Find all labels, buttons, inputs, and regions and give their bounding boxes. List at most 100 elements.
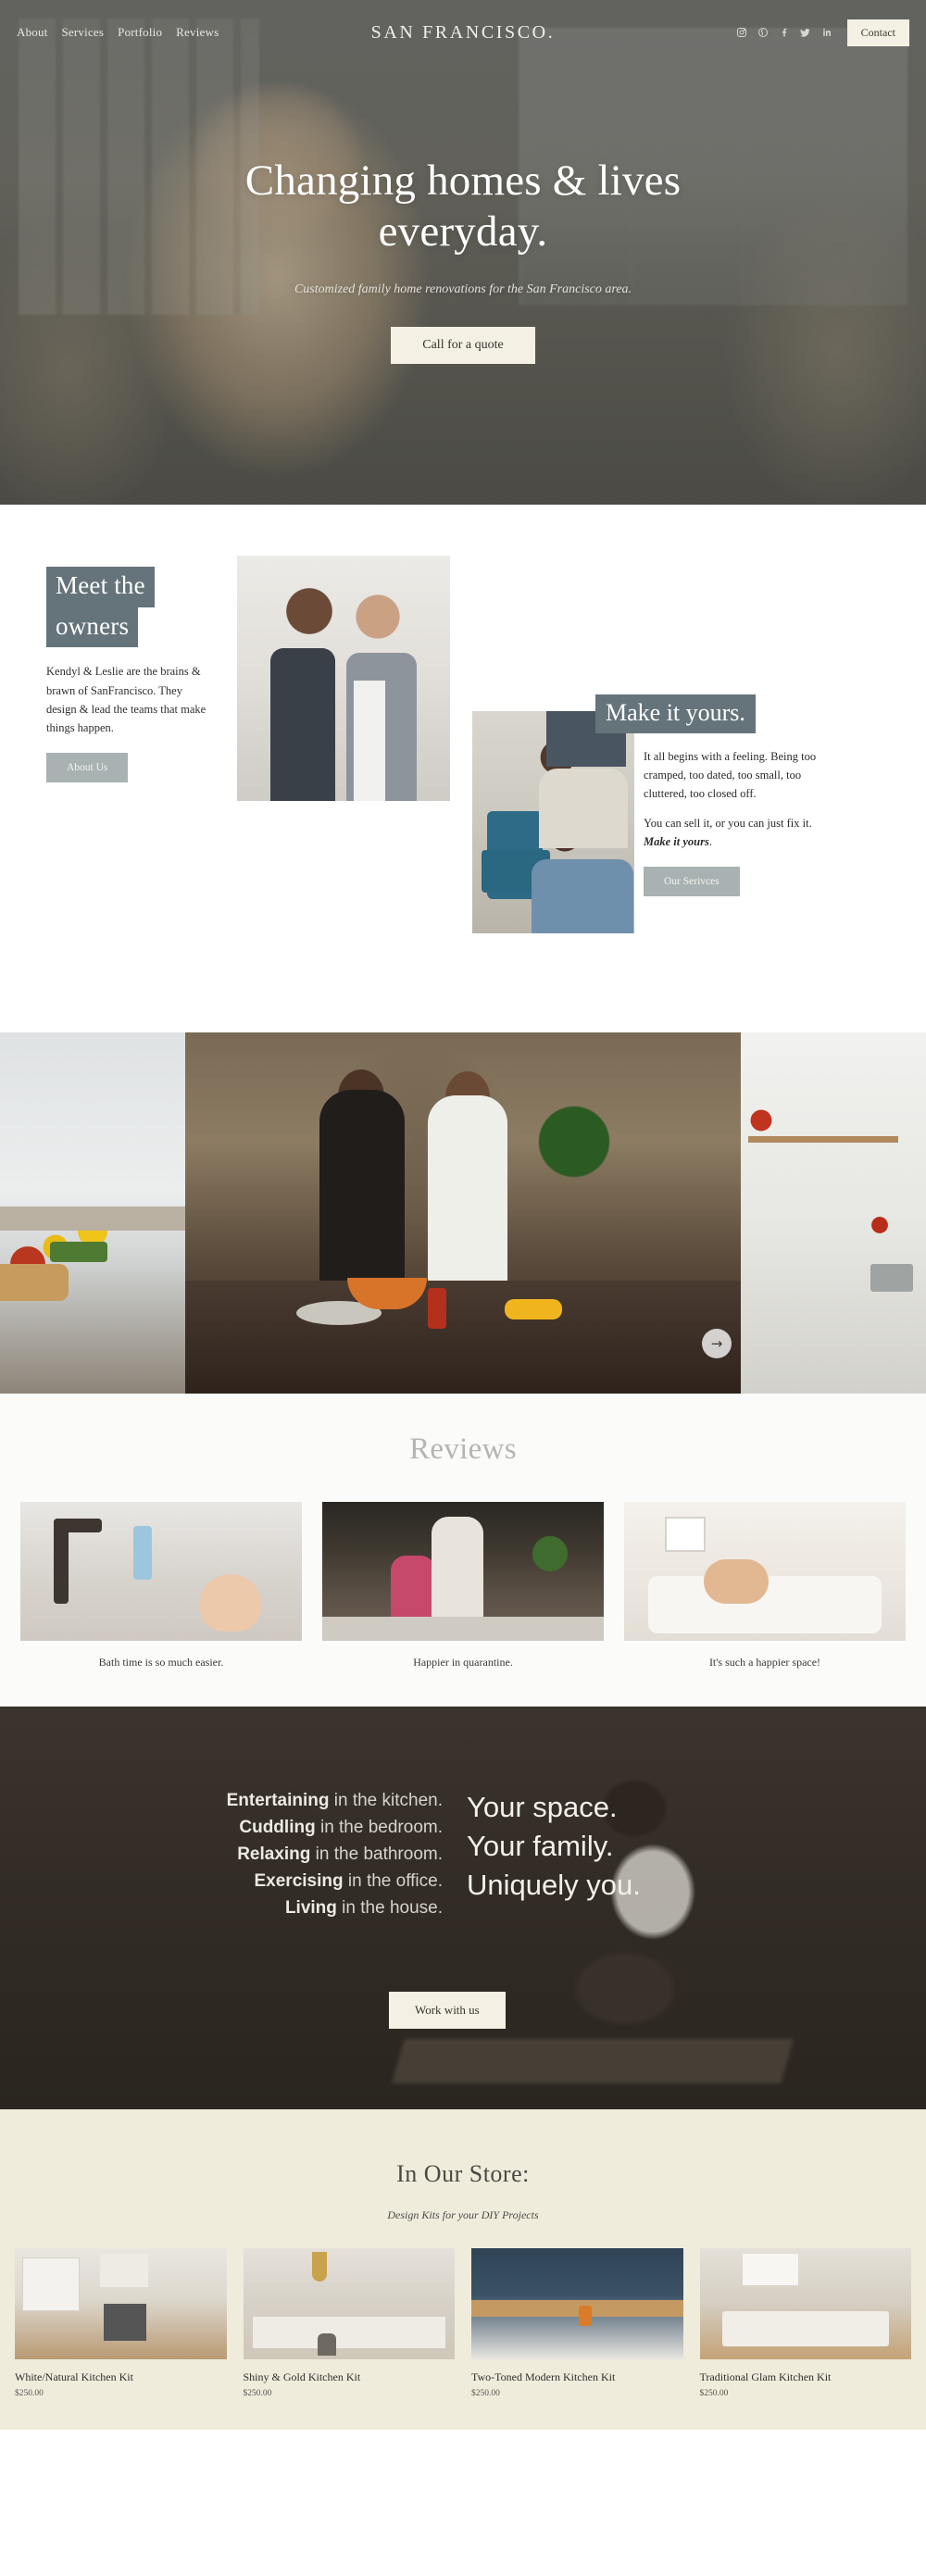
gallery-person-b-body xyxy=(428,1095,507,1285)
activity-bold: Entertaining xyxy=(226,1791,330,1810)
nav-link-reviews[interactable]: Reviews xyxy=(176,25,219,40)
review-image xyxy=(624,1502,906,1641)
review-card[interactable]: Bath time is so much easier. xyxy=(20,1502,302,1669)
headline-line-1: Your space. xyxy=(467,1791,618,1823)
uniquely-you-content: Entertaining in the kitchen. Cuddling in… xyxy=(0,1707,926,2109)
yours-p2-bold: Make it yours xyxy=(644,834,709,848)
product-hood-decor xyxy=(100,2254,148,2287)
contact-button[interactable]: Contact xyxy=(846,19,909,46)
product-card[interactable]: Two-Toned Modern Kitchen Kit $250.00 xyxy=(471,2248,683,2398)
review-image xyxy=(20,1502,302,1641)
hero-content: Changing homes & lives everyday. Customi… xyxy=(0,0,926,505)
call-for-quote-button[interactable]: Call for a quote xyxy=(391,327,535,365)
top-navigation-bar: About Services Portfolio Reviews SAN FRA… xyxy=(0,0,926,65)
activity-bold: Living xyxy=(284,1897,337,1918)
review-bottle-decor xyxy=(133,1526,152,1580)
product-island-decor xyxy=(252,2317,445,2348)
activity-rest: in the bedroom. xyxy=(315,1817,443,1837)
store-section: In Our Store: Design Kits for your DIY P… xyxy=(0,2109,926,2430)
make-it-yours-heading: Make it yours. xyxy=(595,694,756,733)
activity-line: Relaxing in the bathroom. xyxy=(0,1842,443,1869)
product-image xyxy=(243,2248,455,2359)
owners-photo-figure-left xyxy=(270,648,335,801)
activity-list: Entertaining in the kitchen. Cuddling in… xyxy=(0,1788,463,2109)
owners-section: Meet the owners Kendyl & Leslie are the … xyxy=(0,505,926,1032)
yours-p2-prefix: You can sell it, or you can just fix it. xyxy=(644,816,812,830)
hero-subtitle: Customized family home renovations for t… xyxy=(294,281,632,296)
instagram-icon[interactable] xyxy=(735,26,748,39)
gallery-greens-decor xyxy=(50,1242,107,1262)
product-name: White/Natural Kitchen Kit xyxy=(15,2370,133,2383)
product-price: $250.00 xyxy=(15,2389,44,2398)
product-jar-decor xyxy=(579,2306,592,2326)
review-plant-decor xyxy=(524,1519,576,1589)
activity-rest: in the office. xyxy=(343,1870,443,1891)
owners-layout: Meet the owners Kendyl & Leslie are the … xyxy=(0,556,926,977)
activity-line: Living in the house. xyxy=(0,1895,443,1922)
product-shelf-decor xyxy=(471,2300,683,2317)
product-card[interactable]: Traditional Glam Kitchen Kit $250.00 xyxy=(699,2248,911,2398)
product-card[interactable]: White/Natural Kitchen Kit $250.00 xyxy=(15,2248,227,2398)
yours-p2-suffix: . xyxy=(708,834,712,848)
photo-figure-front xyxy=(532,859,633,933)
gallery-next-arrow-icon[interactable]: → xyxy=(702,1329,732,1358)
product-lamp-decor xyxy=(311,2252,327,2282)
gallery-bread-decor xyxy=(0,1264,69,1301)
gallery-counter-decor xyxy=(0,1207,185,1231)
product-image xyxy=(699,2248,911,2359)
reviews-section: Reviews ‹ › Bath time is so much easier.… xyxy=(0,1394,926,1707)
activity-rest: in the bathroom. xyxy=(310,1844,443,1864)
twitter-icon[interactable] xyxy=(799,26,812,39)
product-cabinet-decor xyxy=(22,2257,80,2311)
owners-photo xyxy=(237,556,450,801)
review-parent-decor xyxy=(704,1559,769,1604)
activity-line: Exercising in the office. xyxy=(0,1869,444,1895)
product-price: $250.00 xyxy=(471,2389,500,2398)
primary-nav: About Services Portfolio Reviews xyxy=(17,25,219,40)
about-us-button[interactable]: About Us xyxy=(46,753,129,783)
facebook-icon[interactable] xyxy=(778,26,791,39)
review-faucet-stem-decor xyxy=(54,1519,69,1604)
review-picture-frame-decor xyxy=(665,1517,706,1552)
meet-heading-line2: owners xyxy=(46,606,139,648)
work-with-us-button[interactable]: Work with us xyxy=(389,1992,506,2029)
gallery-image-left xyxy=(0,1032,185,1394)
nav-link-about[interactable]: About xyxy=(17,25,48,40)
make-it-yours-body: It all begins with a feeling. Being too … xyxy=(644,747,821,851)
activity-rest: in the house. xyxy=(336,1897,443,1918)
activity-bold: Cuddling xyxy=(239,1817,316,1837)
product-card[interactable]: Shiny & Gold Kitchen Kit $250.00 xyxy=(243,2248,455,2398)
store-subtitle: Design Kits for your DIY Projects xyxy=(387,2208,539,2221)
reviews-list: Bath time is so much easier. Happier in … xyxy=(0,1502,926,1669)
product-price: $250.00 xyxy=(699,2389,729,2398)
owners-description: Kendyl & Leslie are the brains & brawn o… xyxy=(46,665,206,734)
gallery-plant-decor xyxy=(519,1077,630,1207)
nav-link-portfolio[interactable]: Portfolio xyxy=(118,25,162,40)
review-card[interactable]: Happier in quarantine. xyxy=(322,1502,604,1669)
product-island-decor xyxy=(721,2311,889,2346)
owners-photo-shirt xyxy=(354,681,385,801)
product-image xyxy=(15,2248,227,2359)
activity-bold: Exercising xyxy=(254,1870,344,1891)
product-stool-decor xyxy=(317,2333,336,2356)
activity-line: Entertaining in the kitchen. xyxy=(0,1788,443,1815)
gallery-image-center xyxy=(185,1032,741,1394)
headline-line-3: Uniquely you. xyxy=(467,1868,641,1901)
pinterest-icon[interactable] xyxy=(757,26,770,39)
product-range-decor xyxy=(104,2304,146,2341)
gallery-bottle-decor xyxy=(428,1288,446,1329)
our-services-button[interactable]: Our Serivces xyxy=(644,866,740,896)
nav-link-services[interactable]: Services xyxy=(62,25,105,40)
uniquely-you-headline: Your space. Your family. Uniquely you. xyxy=(463,1788,641,2109)
gallery-island-counter xyxy=(185,1281,741,1394)
review-card[interactable]: It's such a happier space! xyxy=(624,1502,906,1669)
product-list: White/Natural Kitchen Kit $250.00 Shiny … xyxy=(0,2248,926,2398)
product-name: Shiny & Gold Kitchen Kit xyxy=(243,2370,361,2383)
linkedin-icon[interactable] xyxy=(820,26,833,39)
gallery-fruit-decor xyxy=(505,1299,562,1319)
hero-section: About Services Portfolio Reviews SAN FRA… xyxy=(0,0,926,505)
nav-right-group: Contact xyxy=(735,19,909,46)
activity-rest: in the kitchen. xyxy=(329,1791,443,1810)
review-caption: It's such a happier space! xyxy=(708,1656,821,1669)
gallery-person-a-body xyxy=(319,1090,405,1289)
